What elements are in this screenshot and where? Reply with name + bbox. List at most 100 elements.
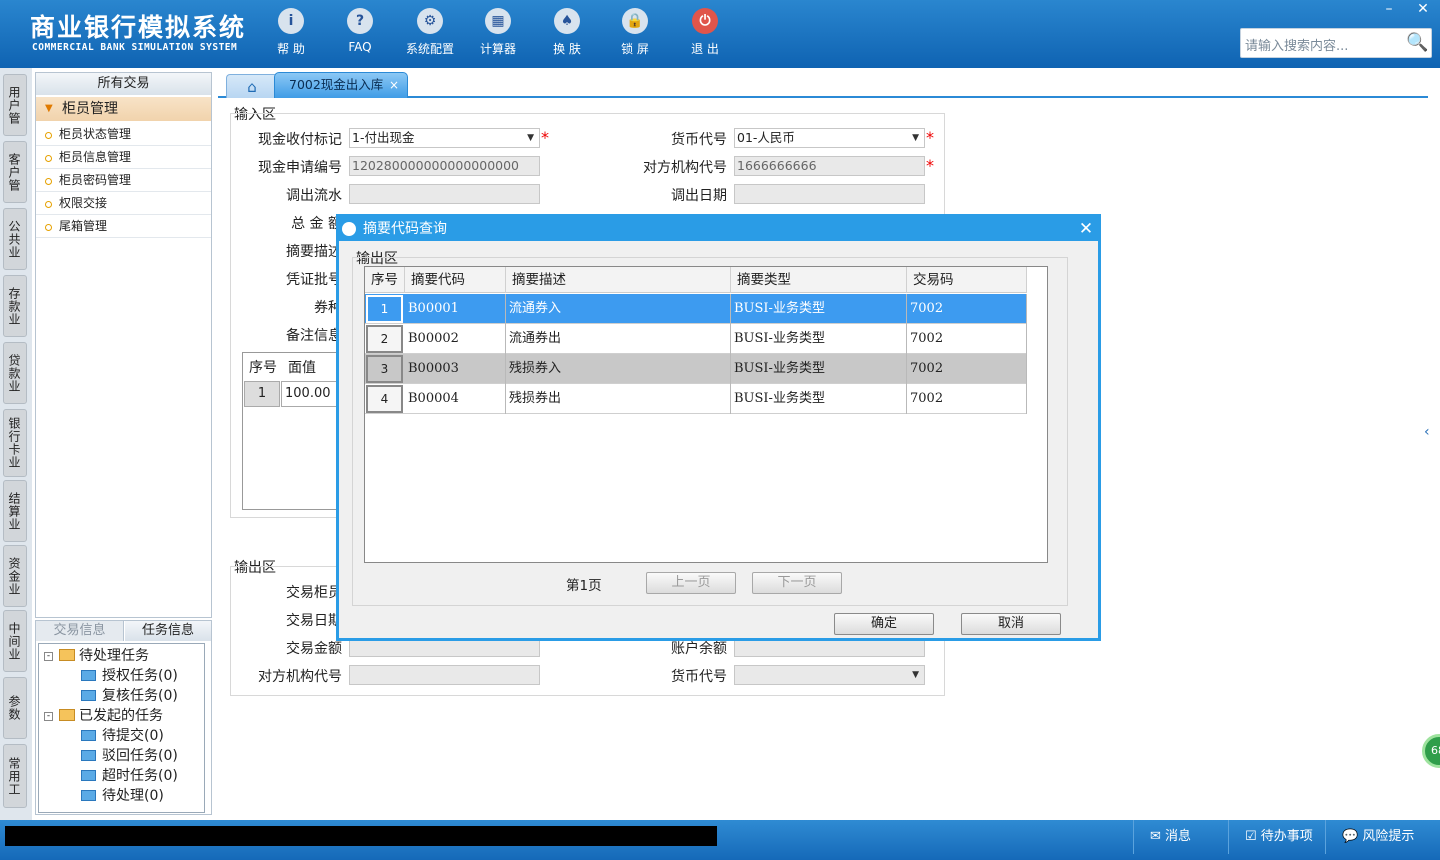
tab-task-info[interactable]: 任务信息 [125,621,211,641]
close-tab-icon[interactable]: × [389,73,399,97]
out-org-field[interactable] [349,665,540,685]
search-input[interactable]: 请输入搜索内容... [1240,28,1432,58]
denom-header-value: 面值 [288,360,316,376]
left-tab-public[interactable]: 公共业务 [3,208,27,270]
left-tab-params[interactable]: 参数 [3,677,27,739]
lock-screen-button[interactable]: 🔒 锁 屏 [600,8,670,57]
cell-type: BUSI-业务类型 [731,384,907,414]
nav-item-tailbox[interactable]: 尾箱管理 [36,215,211,238]
tree-node-to-submit[interactable]: 待提交(0) [81,726,164,746]
out-date-field[interactable] [734,184,925,204]
left-tab-card[interactable]: 银行卡业务 [3,409,27,477]
left-tab-customer[interactable]: 客户管理 [3,141,27,203]
risk-alert-button[interactable]: 💬 风险提示 [1325,820,1435,854]
tree-node-pending[interactable]: 待处理任务 [59,646,149,666]
app-subtitle: COMMERCIAL BANK SIMULATION SYSTEM [32,42,238,53]
out-currency-select[interactable]: ▼ [734,665,925,685]
dialog-title: 摘要代码查询 [339,217,1098,241]
cash-flag-select[interactable]: 1-付出现金 ▼ [349,128,540,148]
table-row[interactable]: 3 B00003 残损券入 BUSI-业务类型 7002 [365,354,1027,384]
tree-node-to-process[interactable]: 待处理(0) [81,786,164,806]
col-desc: 摘要描述 [506,267,731,293]
collapse-arrow-icon[interactable]: ‹ [1424,424,1440,464]
date-label: 交易日期 [286,613,342,629]
required-mark: * [926,128,934,147]
cell-txn: 7002 [907,294,1027,324]
minimize-button[interactable]: – [1374,0,1404,18]
nav-item-teller-status[interactable]: 柜员状态管理 [36,123,211,146]
folder-icon [81,730,96,741]
summary-table: 序号 摘要代码 摘要描述 摘要类型 交易码 1 B00001 流通券入 BUSI… [364,266,1048,563]
tab-transaction-info[interactable]: 交易信息 [36,621,124,641]
chevron-down-icon: ▼ [912,133,919,143]
cancel-button[interactable]: 取消 [961,613,1061,635]
collapse-icon[interactable]: - [44,652,53,661]
skin-button[interactable]: ♠ 换 肤 [532,8,602,57]
denom-row-value[interactable]: 100.00 [281,381,337,407]
left-tab-loan[interactable]: 贷款业务 [3,342,27,404]
col-txn: 交易码 [907,267,1027,293]
nav-item-teller-info[interactable]: 柜员信息管理 [36,146,211,169]
lock-icon: 🔒 [622,8,648,34]
chevron-down-icon: ▼ [527,133,534,143]
table-header: 序号 摘要代码 摘要描述 摘要类型 交易码 [365,267,1027,293]
apply-no-label: 现金申请编号 [258,160,342,176]
collapse-icon[interactable]: - [44,712,53,721]
folder-icon [81,690,96,701]
amount-label: 交易金额 [286,641,342,657]
col-type: 摘要类型 [731,267,907,293]
tree-node-rejected[interactable]: 驳回任务(0) [81,746,178,766]
apply-no-field[interactable]: 120280000000000000000 [349,156,540,176]
left-tab-user[interactable]: 用户管理 [3,74,27,136]
tree-node-review[interactable]: 复核任务(0) [81,686,178,706]
task-tree: - 待处理任务 授权任务(0) 复核任务(0) - 已发起的任务 待提交(0) … [38,643,205,813]
chat-icon: 💬 [1342,829,1363,844]
nav-group-teller[interactable]: ▼ 柜员管理 [36,97,211,121]
todo-button[interactable]: ☑ 待办事项 [1228,820,1325,854]
folder-icon [81,750,96,761]
row-number: 2 [366,325,403,353]
left-tab-deposit[interactable]: 存款业务 [3,275,27,337]
out-serial-field[interactable] [349,184,540,204]
dialog-close-button[interactable]: ✕ [1075,217,1097,241]
nav-item-handover[interactable]: 权限交接 [36,192,211,215]
nav-item-teller-password[interactable]: 柜员密码管理 [36,169,211,192]
table-row[interactable]: 2 B00002 流通券出 BUSI-业务类型 7002 [365,324,1027,354]
notification-badge[interactable]: 68 [1422,734,1440,768]
out-date-label: 调出日期 [671,188,727,204]
counter-org-field[interactable]: 1666666666 [734,156,925,176]
balance-label: 账户余额 [671,641,727,657]
exit-button[interactable]: ⏻ 退 出 [670,8,740,57]
table-row[interactable]: 4 B00004 残损券出 BUSI-业务类型 7002 [365,384,1027,414]
row-number: 1 [366,295,403,323]
calculator-button[interactable]: ▦ 计算器 [463,8,533,57]
messages-button[interactable]: ✉ 消息 [1133,820,1228,854]
page-indicator: 第1页 [566,578,602,594]
cell-code: B00003 [405,354,506,384]
tab-home[interactable]: ⌂ [226,74,278,98]
tree-node-started[interactable]: 已发起的任务 [59,706,163,726]
left-tab-fund[interactable]: 资金业务 [3,545,27,607]
tab-7002[interactable]: 7002现金出入库 × [274,72,408,98]
folder-icon [81,790,96,801]
left-tab-tools[interactable]: 常用工具 [3,744,27,808]
prev-page-button[interactable]: 上一页 [646,572,736,594]
faq-button[interactable]: ? FAQ [325,8,395,54]
currency-select[interactable]: 01-人民币 ▼ [734,128,925,148]
help-button[interactable]: i帮 助 [256,8,326,57]
tree-node-auth[interactable]: 授权任务(0) [81,666,178,686]
nav-header[interactable]: 所有交易 [36,73,211,95]
close-window-button[interactable]: ✕ [1408,0,1438,18]
system-config-button[interactable]: ⚙ 系统配置 [395,8,465,57]
out-currency-label: 货币代号 [671,669,727,685]
table-row[interactable]: 1 B00001 流通券入 BUSI-业务类型 7002 [365,294,1027,324]
next-page-button[interactable]: 下一页 [752,572,842,594]
checkbox-icon: ☑ [1245,829,1261,844]
cell-code: B00001 [405,294,506,324]
counter-org-label: 对方机构代号 [643,160,727,176]
left-tab-settlement[interactable]: 结算业务 [3,480,27,542]
tree-node-timeout[interactable]: 超时任务(0) [81,766,178,786]
left-tab-intermediate[interactable]: 中间业务 [3,610,27,672]
confirm-button[interactable]: 确定 [834,613,934,635]
search-icon[interactable]: 🔍 [1406,32,1428,54]
